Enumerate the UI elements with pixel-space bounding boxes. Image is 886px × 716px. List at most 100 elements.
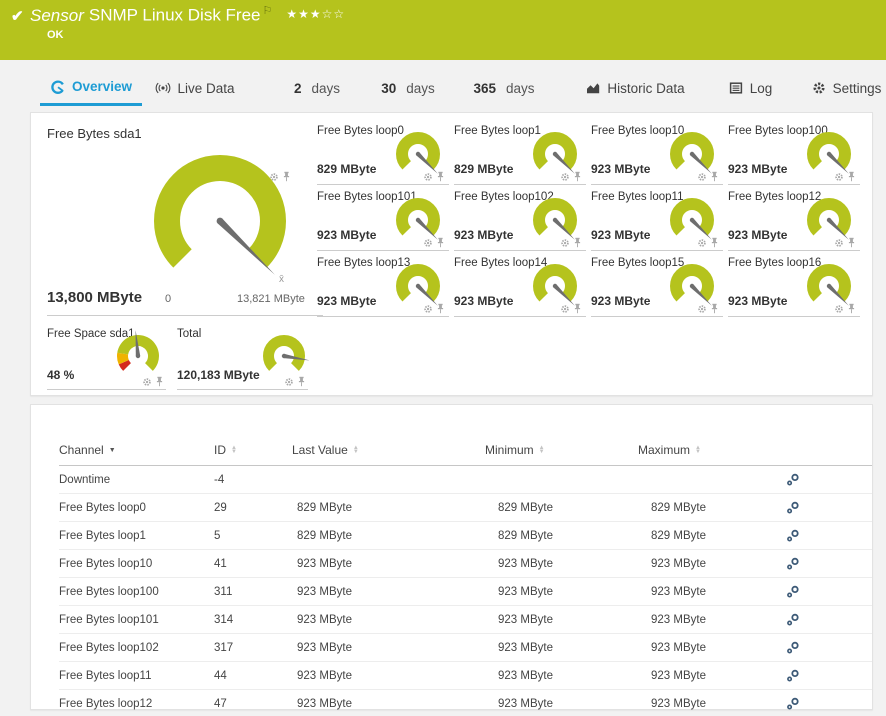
gear-icon[interactable] bbox=[423, 238, 433, 248]
channel-settings-icon[interactable] bbox=[786, 697, 800, 711]
column-header-id[interactable]: ID ▲▼ bbox=[214, 443, 292, 457]
cell-last-value: 923 MByte bbox=[292, 614, 485, 626]
tab-label: days bbox=[311, 81, 340, 96]
flag-icon[interactable]: ⚐ bbox=[263, 5, 273, 17]
gear-icon[interactable] bbox=[423, 172, 433, 182]
channel-settings-icon[interactable] bbox=[786, 473, 800, 487]
tab-2-days[interactable]: 2days bbox=[285, 70, 349, 106]
gear-icon bbox=[811, 80, 827, 96]
gear-icon[interactable] bbox=[284, 377, 294, 387]
chart-icon bbox=[585, 80, 601, 96]
average-marker: x̄ bbox=[279, 274, 284, 285]
channel-gauge-value: 829 MByte bbox=[454, 162, 513, 176]
cell-last-value: 923 MByte bbox=[292, 698, 485, 710]
status-badge: OK bbox=[47, 29, 64, 41]
gear-icon[interactable] bbox=[560, 172, 570, 182]
channel-settings-icon[interactable] bbox=[786, 585, 800, 599]
cell-channel: Free Bytes loop0 bbox=[59, 502, 214, 514]
gear-icon[interactable] bbox=[834, 238, 844, 248]
cell-channel: Free Bytes loop10 bbox=[59, 558, 214, 570]
gear-icon[interactable] bbox=[423, 304, 433, 314]
channel-gauge-cell: Free Bytes loop15923 MByte bbox=[591, 251, 723, 317]
tab-label: Log bbox=[750, 81, 773, 96]
cell-minimum: 923 MByte bbox=[485, 670, 638, 682]
tab-label: Historic Data bbox=[607, 81, 684, 96]
cell-maximum: 923 MByte bbox=[638, 586, 786, 598]
channel-settings-icon[interactable] bbox=[786, 529, 800, 543]
gear-icon[interactable] bbox=[269, 172, 279, 182]
cell-id: 47 bbox=[214, 698, 292, 710]
channel-gauge-value: 120,183 MByte bbox=[177, 368, 260, 382]
column-label: ID bbox=[214, 443, 226, 457]
channel-gauge-value: 923 MByte bbox=[591, 294, 650, 308]
gear-icon[interactable] bbox=[560, 304, 570, 314]
tab-overview[interactable]: Overview bbox=[40, 70, 142, 106]
gear-icon[interactable] bbox=[697, 172, 707, 182]
column-header-channel[interactable]: Channel ▼ bbox=[59, 443, 214, 457]
gear-icon[interactable] bbox=[560, 238, 570, 248]
cell-id: 5 bbox=[214, 530, 292, 542]
column-header-last-value[interactable]: Last Value ▲▼ bbox=[292, 443, 485, 457]
pin-icon[interactable] bbox=[847, 171, 856, 182]
column-label: Maximum bbox=[638, 443, 690, 457]
gauge-actions bbox=[834, 303, 856, 314]
channel-gauge-value: 923 MByte bbox=[728, 228, 787, 242]
tab-live-data[interactable]: Live Data bbox=[143, 70, 247, 106]
table-row[interactable]: Free Bytes loop15829 MByte829 MByte829 M… bbox=[59, 522, 872, 550]
pin-icon[interactable] bbox=[573, 171, 582, 182]
table-row[interactable]: Free Bytes loop101314923 MByte923 MByte9… bbox=[59, 606, 872, 634]
channel-settings-icon[interactable] bbox=[786, 669, 800, 683]
pin-icon[interactable] bbox=[436, 237, 445, 248]
tab-settings[interactable]: Settings bbox=[806, 70, 886, 106]
channel-settings-icon[interactable] bbox=[786, 501, 800, 515]
column-header-maximum[interactable]: Maximum ▲▼ bbox=[638, 443, 786, 457]
channels-table-panel: Channel ▼ ID ▲▼ Last Value ▲▼ Minimum ▲▼… bbox=[30, 404, 873, 710]
table-row[interactable]: Free Bytes loop1144923 MByte923 MByte923… bbox=[59, 662, 872, 690]
table-row[interactable]: Free Bytes loop100311923 MByte923 MByte9… bbox=[59, 578, 872, 606]
channel-gauge-value: 48 % bbox=[47, 368, 74, 382]
gauge-actions bbox=[423, 303, 445, 314]
ok-check-icon: ✔ bbox=[11, 7, 24, 25]
table-body: Downtime-4Free Bytes loop029829 MByte829… bbox=[59, 466, 872, 716]
priority-stars[interactable]: ★★★☆☆ bbox=[286, 7, 345, 21]
cell-id: 29 bbox=[214, 502, 292, 514]
tab-365-days[interactable]: 365days bbox=[466, 70, 542, 106]
gear-icon[interactable] bbox=[834, 172, 844, 182]
channel-settings-icon[interactable] bbox=[786, 641, 800, 655]
pin-icon[interactable] bbox=[710, 237, 719, 248]
channel-gauge-cell: Free Bytes loop11923 MByte bbox=[591, 185, 723, 251]
pin-icon[interactable] bbox=[436, 171, 445, 182]
pin-icon[interactable] bbox=[436, 303, 445, 314]
tab-log[interactable]: Log bbox=[720, 70, 780, 106]
table-row[interactable]: Free Bytes loop102317923 MByte923 MByte9… bbox=[59, 634, 872, 662]
gear-icon[interactable] bbox=[697, 304, 707, 314]
gear-icon[interactable] bbox=[142, 377, 152, 387]
column-header-minimum[interactable]: Minimum ▲▼ bbox=[485, 443, 638, 457]
gauge-actions bbox=[284, 376, 306, 387]
pin-icon[interactable] bbox=[573, 303, 582, 314]
channel-gauge-value: 923 MByte bbox=[728, 294, 787, 308]
tab-30-days[interactable]: 30days bbox=[374, 70, 442, 106]
pin-icon[interactable] bbox=[573, 237, 582, 248]
pin-icon[interactable] bbox=[297, 376, 306, 387]
channel-settings-icon[interactable] bbox=[786, 557, 800, 571]
cell-minimum: 829 MByte bbox=[485, 502, 638, 514]
channel-gauge-cell: Free Bytes loop13923 MByte bbox=[317, 251, 449, 317]
pin-icon[interactable] bbox=[847, 303, 856, 314]
gear-icon[interactable] bbox=[697, 238, 707, 248]
gauge-actions bbox=[560, 171, 582, 182]
channel-gauge-cell: Free Space sda148 % bbox=[47, 326, 166, 390]
channel-settings-icon[interactable] bbox=[786, 613, 800, 627]
pin-icon[interactable] bbox=[710, 303, 719, 314]
pin-icon[interactable] bbox=[847, 237, 856, 248]
table-row[interactable]: Free Bytes loop029829 MByte829 MByte829 … bbox=[59, 494, 872, 522]
tab-historic-data[interactable]: Historic Data bbox=[576, 70, 694, 106]
gear-icon[interactable] bbox=[834, 304, 844, 314]
pin-icon[interactable] bbox=[155, 376, 164, 387]
pin-icon[interactable] bbox=[282, 171, 291, 182]
column-label: Last Value bbox=[292, 443, 348, 457]
pin-icon[interactable] bbox=[710, 171, 719, 182]
table-row[interactable]: Free Bytes loop1041923 MByte923 MByte923… bbox=[59, 550, 872, 578]
table-row[interactable]: Downtime-4 bbox=[59, 466, 872, 494]
table-row[interactable]: Free Bytes loop1247923 MByte923 MByte923… bbox=[59, 690, 872, 716]
